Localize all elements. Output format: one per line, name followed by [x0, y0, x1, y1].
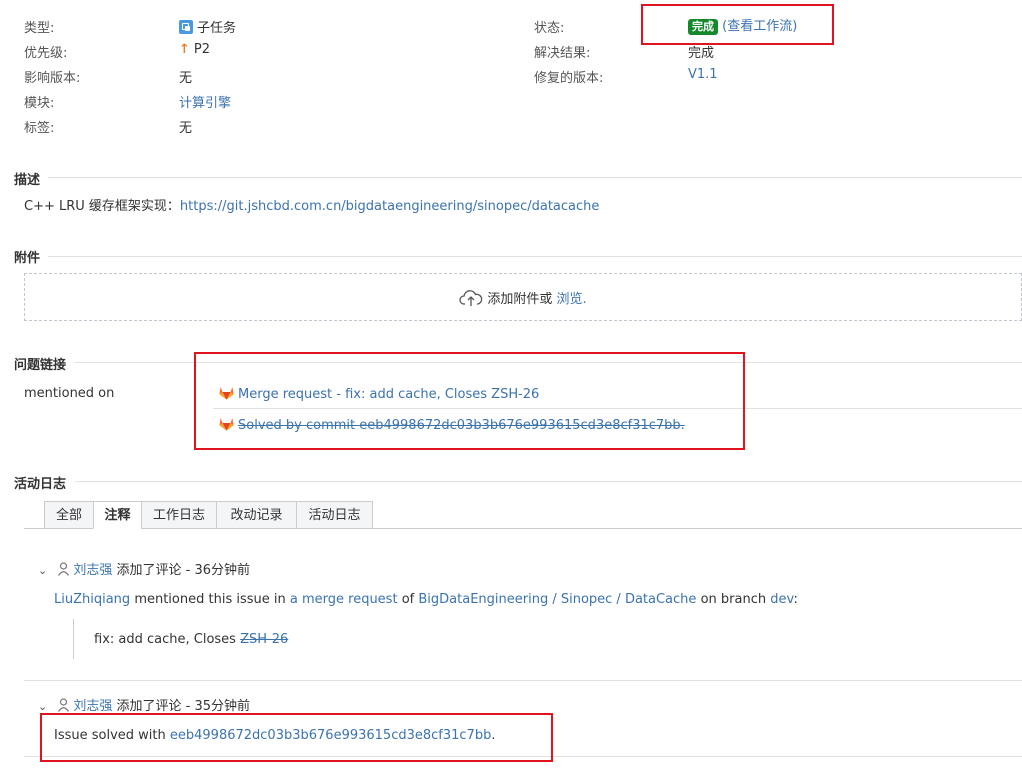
- comment-action: 添加了评论 - 35分钟前: [116, 699, 251, 714]
- activity-title: 活动日志: [14, 477, 67, 492]
- description-title: 描述: [14, 173, 41, 188]
- comment-author-link[interactable]: 刘志强: [73, 699, 112, 714]
- priority-label: 优先级:: [24, 46, 68, 61]
- project-link[interactable]: BigDataEngineering / Sinopec / DataCache: [418, 592, 696, 607]
- activity-divider: [75, 481, 1022, 482]
- comment-header: ⌄ 刘志强 添加了评论 - 35分钟前: [38, 695, 250, 714]
- description-divider: [48, 177, 1022, 178]
- priority-value: ↑ P2: [179, 42, 211, 57]
- issue-links-title: 问题链接: [14, 358, 67, 373]
- status-highlight-box: [641, 4, 834, 45]
- tab-worklog[interactable]: 工作日志: [141, 501, 217, 529]
- blockquote-bar: [73, 619, 74, 659]
- comment-quote: fix: add cache, Closes ZSH-26: [94, 632, 289, 647]
- browse-link[interactable]: 浏览.: [557, 292, 587, 307]
- attachment-dropzone[interactable]: 添加附件或 浏览.: [24, 273, 1022, 321]
- dropzone-text: 添加附件或: [487, 292, 553, 307]
- affects-version-value: 无: [179, 71, 193, 86]
- subtask-icon: [179, 20, 193, 34]
- arrow-up-icon: ↑: [179, 42, 190, 57]
- tab-history[interactable]: 改动记录: [216, 501, 297, 529]
- comment-body: LiuZhiqiang mentioned this issue in a me…: [54, 592, 798, 607]
- branch-link[interactable]: dev: [770, 592, 793, 607]
- affects-version-label: 影响版本:: [24, 71, 81, 86]
- avatar: [57, 698, 70, 712]
- comment-author-link[interactable]: 刘志强: [73, 563, 112, 578]
- cloud-upload-icon: [459, 289, 483, 311]
- tab-all[interactable]: 全部: [44, 501, 94, 529]
- issue-links-highlight-box: [194, 352, 745, 450]
- attachments-title: 附件: [14, 251, 41, 266]
- attachments-divider: [48, 256, 1022, 257]
- comment-divider: [24, 680, 1022, 681]
- type-value: 子任务: [179, 17, 236, 36]
- issue-key-link[interactable]: ZSH-26: [240, 632, 288, 647]
- labels-value: 无: [179, 121, 193, 136]
- comment-header: ⌄ 刘志强 添加了评论 - 36分钟前: [38, 559, 250, 578]
- chevron-down-icon[interactable]: ⌄: [38, 700, 47, 713]
- component-label: 模块:: [24, 96, 55, 111]
- component-link[interactable]: 计算引擎: [179, 92, 231, 111]
- tab-activity[interactable]: 活动日志: [296, 501, 373, 529]
- description-text: C++ LRU 缓存框架实现：https://git.jshcbd.com.cn…: [24, 199, 600, 214]
- resolution-label: 解决结果:: [534, 46, 591, 61]
- labels-label: 标签:: [24, 121, 55, 136]
- status-label: 状态:: [534, 21, 565, 36]
- tab-comments[interactable]: 注释: [93, 501, 142, 529]
- comment-highlight-box: [40, 713, 553, 762]
- comment-action: 添加了评论 - 36分钟前: [116, 563, 251, 578]
- merge-request-text-link[interactable]: a merge request: [290, 592, 398, 607]
- link-relation-label: mentioned on: [24, 386, 115, 401]
- fix-version-label: 修复的版本:: [534, 71, 604, 86]
- user-link[interactable]: LiuZhiqiang: [54, 592, 130, 607]
- avatar: [57, 562, 70, 576]
- type-label: 类型:: [24, 21, 55, 36]
- fix-version-link[interactable]: V1.1: [688, 67, 718, 82]
- repository-link[interactable]: https://git.jshcbd.com.cn/bigdataenginee…: [180, 199, 599, 214]
- chevron-down-icon[interactable]: ⌄: [38, 564, 47, 577]
